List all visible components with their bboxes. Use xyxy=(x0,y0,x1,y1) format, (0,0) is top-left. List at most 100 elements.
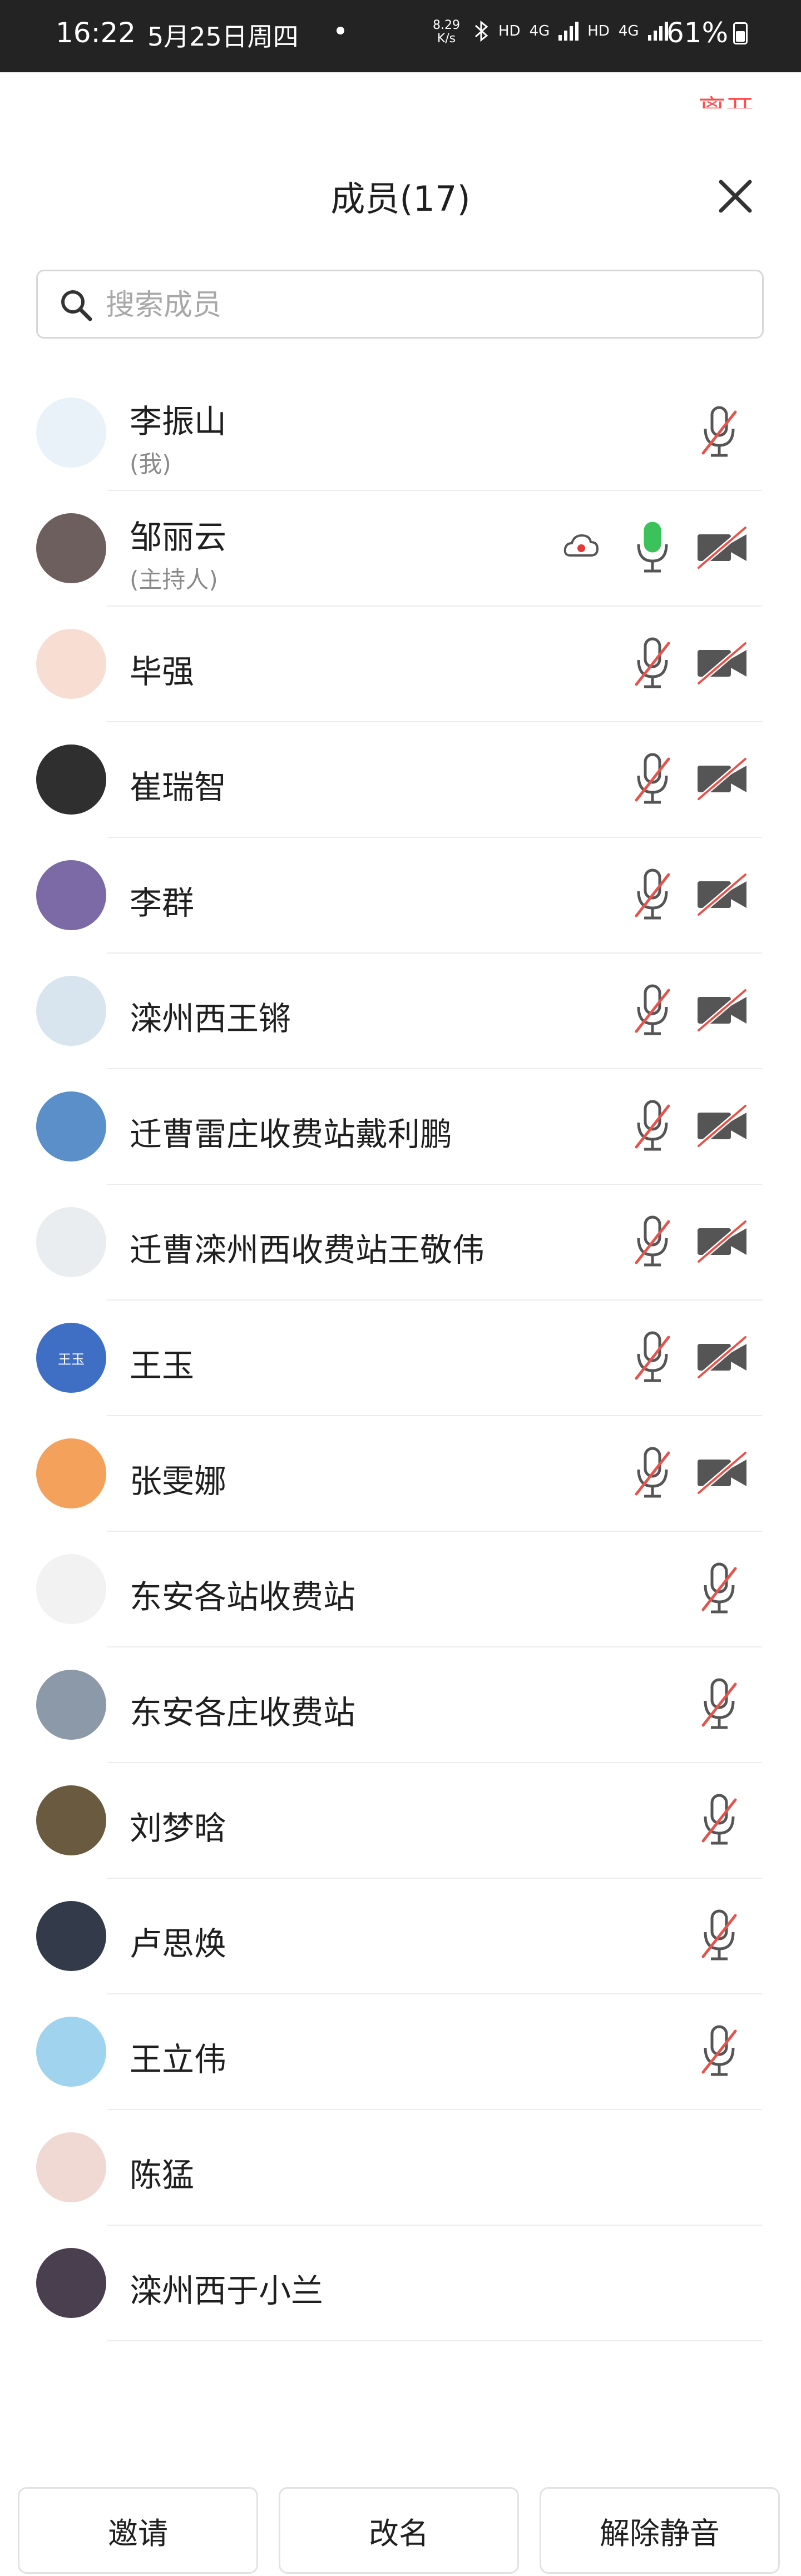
microphone-muted-icon[interactable] xyxy=(633,982,672,1040)
rename-button[interactable]: 改名 xyxy=(279,2487,519,2574)
member-name: 李群 xyxy=(130,884,195,922)
network-label: 4G xyxy=(618,23,639,39)
member-name: 李振山 xyxy=(130,403,227,440)
camera-off-icon[interactable] xyxy=(694,982,750,1040)
avatar xyxy=(36,1091,106,1162)
avatar xyxy=(36,513,106,583)
camera-off-icon[interactable] xyxy=(694,751,750,809)
member-row[interactable]: 刘梦晗 xyxy=(0,1763,801,1879)
microphone-muted-icon[interactable] xyxy=(700,1792,739,1850)
member-row[interactable]: 滦州西于小兰 xyxy=(0,2226,801,2341)
member-row[interactable]: 崔瑞智 xyxy=(0,722,801,838)
member-name: 毕强 xyxy=(130,653,195,691)
member-row[interactable]: 东安各站收费站 xyxy=(0,1532,801,1647)
invite-button[interactable]: 邀请 xyxy=(18,2487,258,2574)
network-label: HD xyxy=(498,23,521,39)
avatar xyxy=(36,1438,106,1508)
avatar xyxy=(36,860,106,930)
microphone-muted-icon[interactable] xyxy=(700,1561,739,1619)
microphone-muted-icon[interactable] xyxy=(700,1908,739,1965)
action-bar: 邀请 改名 解除静音 xyxy=(0,2487,801,2576)
microphone-muted-icon[interactable] xyxy=(633,751,672,809)
member-name: 王玉 xyxy=(130,1347,195,1384)
member-search[interactable] xyxy=(36,270,764,339)
camera-off-icon[interactable] xyxy=(694,520,750,578)
member-name: 东安各庄收费站 xyxy=(130,1694,356,1731)
signal-icon xyxy=(558,22,579,41)
avatar xyxy=(36,1207,106,1277)
microphone-muted-icon[interactable] xyxy=(633,1329,672,1387)
member-name: 滦州西于小兰 xyxy=(130,2272,324,2310)
member-row[interactable]: 王立伟 xyxy=(0,1994,801,2110)
member-row[interactable]: 迁曹雷庄收费站戴利鹏 xyxy=(0,1069,801,1185)
avatar xyxy=(36,2017,106,2087)
sheet-title: 成员(17) xyxy=(330,178,471,219)
member-row[interactable]: 陈猛 xyxy=(0,2110,801,2226)
microphone-muted-icon[interactable] xyxy=(633,1098,672,1156)
camera-off-icon[interactable] xyxy=(694,867,750,925)
microphone-muted-icon[interactable] xyxy=(633,1445,672,1503)
member-name: 崔瑞智 xyxy=(130,768,227,806)
avatar xyxy=(36,2132,106,2202)
member-name: 张雯娜 xyxy=(130,1462,227,1500)
avatar xyxy=(36,398,106,468)
avatar xyxy=(36,1785,106,1855)
row-divider xyxy=(107,2340,762,2341)
camera-off-icon[interactable] xyxy=(694,636,750,693)
search-icon xyxy=(61,290,92,321)
member-row[interactable]: 李群 xyxy=(0,838,801,954)
member-row[interactable]: 李振山 (我) xyxy=(0,375,801,491)
member-row[interactable]: 滦州西王锵 xyxy=(0,954,801,1069)
minimize-icon[interactable]: ↘ xyxy=(27,83,47,112)
avatar-initials: 王玉 xyxy=(58,1351,85,1367)
battery-icon xyxy=(733,22,748,44)
search-input[interactable] xyxy=(105,281,719,329)
network-label: 4G xyxy=(529,23,550,39)
member-name: 邹丽云 xyxy=(130,518,227,556)
avatar xyxy=(36,1554,106,1624)
unmute-all-button[interactable]: 解除静音 xyxy=(540,2487,780,2574)
avatar xyxy=(36,629,106,699)
microphone-muted-icon[interactable] xyxy=(700,1676,739,1734)
network-label: HD xyxy=(587,23,610,39)
microphone-muted-icon[interactable] xyxy=(700,2023,739,2081)
avatar xyxy=(36,1901,106,1971)
microphone-muted-icon[interactable] xyxy=(700,404,739,462)
member-role: (主持人) xyxy=(130,566,218,593)
member-row[interactable]: 王玉 王玉 xyxy=(0,1301,801,1416)
status-date: 5月25日周四 xyxy=(147,22,299,52)
member-name: 王立伟 xyxy=(130,2041,227,2078)
avatar xyxy=(36,744,106,815)
member-name: 卢思焕 xyxy=(130,1925,227,1963)
member-row[interactable]: 毕强 xyxy=(0,607,801,722)
camera-off-icon[interactable] xyxy=(694,1445,750,1503)
avatar xyxy=(36,2248,106,2318)
status-bar: 16:22 5月25日周四 8.29 K/s HD 4G HD 4G 61% xyxy=(0,0,801,72)
status-icons: HD 4G HD 4G xyxy=(473,20,668,42)
members-sheet: 成员(17) 李振山 (我) 邹丽云 (主持人) 毕强崔瑞智李群滦州西王锵迁曹雷庄收费站… xyxy=(0,108,801,2574)
camera-off-icon[interactable] xyxy=(694,1098,750,1156)
member-row[interactable]: 东安各庄收费站 xyxy=(0,1647,801,1763)
avatar xyxy=(36,1670,106,1740)
battery-percent: 61% xyxy=(666,17,729,49)
member-row[interactable]: 张雯娜 xyxy=(0,1416,801,1532)
bluetooth-icon xyxy=(474,20,488,42)
status-time: 16:22 xyxy=(56,17,136,49)
microphone-on-icon[interactable] xyxy=(633,520,672,578)
member-name: 刘梦晗 xyxy=(130,1809,227,1847)
cloud-recording-icon xyxy=(563,531,600,564)
member-name: 迁曹滦州西收费站王敬伟 xyxy=(130,1231,485,1269)
member-row[interactable]: 卢思焕 xyxy=(0,1879,801,1994)
network-speed: 8.29 K/s xyxy=(433,18,460,46)
camera-off-icon[interactable] xyxy=(694,1329,750,1387)
member-row[interactable]: 邹丽云 (主持人) xyxy=(0,491,801,607)
camera-off-icon[interactable] xyxy=(694,1214,750,1272)
member-row[interactable]: 迁曹滦州西收费站王敬伟 xyxy=(0,1185,801,1301)
close-icon[interactable] xyxy=(713,174,758,219)
microphone-muted-icon[interactable] xyxy=(633,636,672,693)
microphone-muted-icon[interactable] xyxy=(633,867,672,925)
member-role: (我) xyxy=(130,450,171,478)
microphone-muted-icon[interactable] xyxy=(633,1214,672,1272)
member-name: 陈猛 xyxy=(130,2156,195,2194)
member-name: 滦州西王锵 xyxy=(130,1000,291,1038)
